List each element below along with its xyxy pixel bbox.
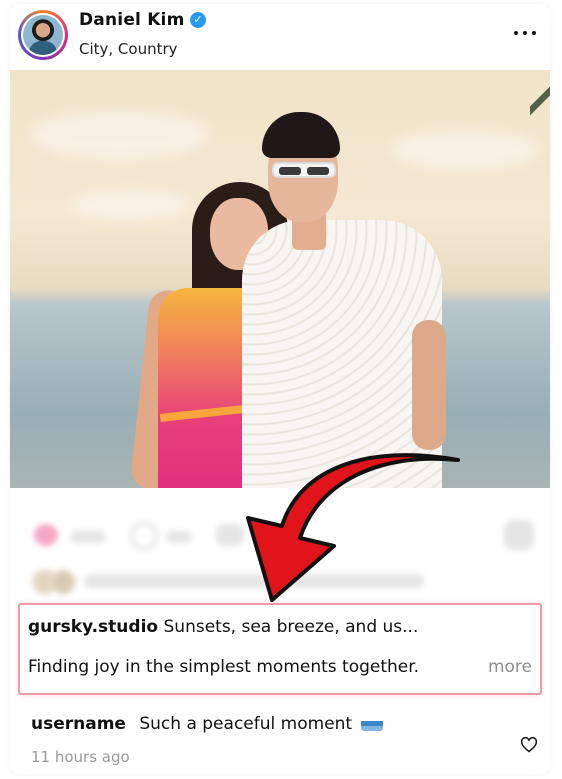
comment-username[interactable]: username [31, 714, 126, 734]
caption-username[interactable]: gursky.studio [28, 617, 158, 637]
share-icon-blurred [216, 524, 244, 546]
caption-more-link[interactable]: more [488, 657, 532, 677]
caption-highlight: gursky.studio Sunsets, sea breeze, and u… [18, 603, 542, 695]
wave-emoji-icon [361, 717, 384, 731]
comment-like-heart-icon[interactable] [520, 737, 538, 753]
caption-text-line2: Finding joy in the simplest moments toge… [28, 657, 420, 677]
comment-icon-blurred [130, 522, 158, 550]
like-icon-blurred [34, 524, 58, 546]
caption-text-line1: Sunsets, sea breeze, and us... [163, 617, 419, 637]
blurred-action-bar [10, 4, 550, 604]
comment-timestamp: 11 hours ago [31, 748, 130, 766]
save-icon-blurred [504, 520, 534, 550]
comment-row: username Such a peaceful moment [31, 714, 384, 734]
comment-text: Such a peaceful moment [139, 714, 353, 734]
